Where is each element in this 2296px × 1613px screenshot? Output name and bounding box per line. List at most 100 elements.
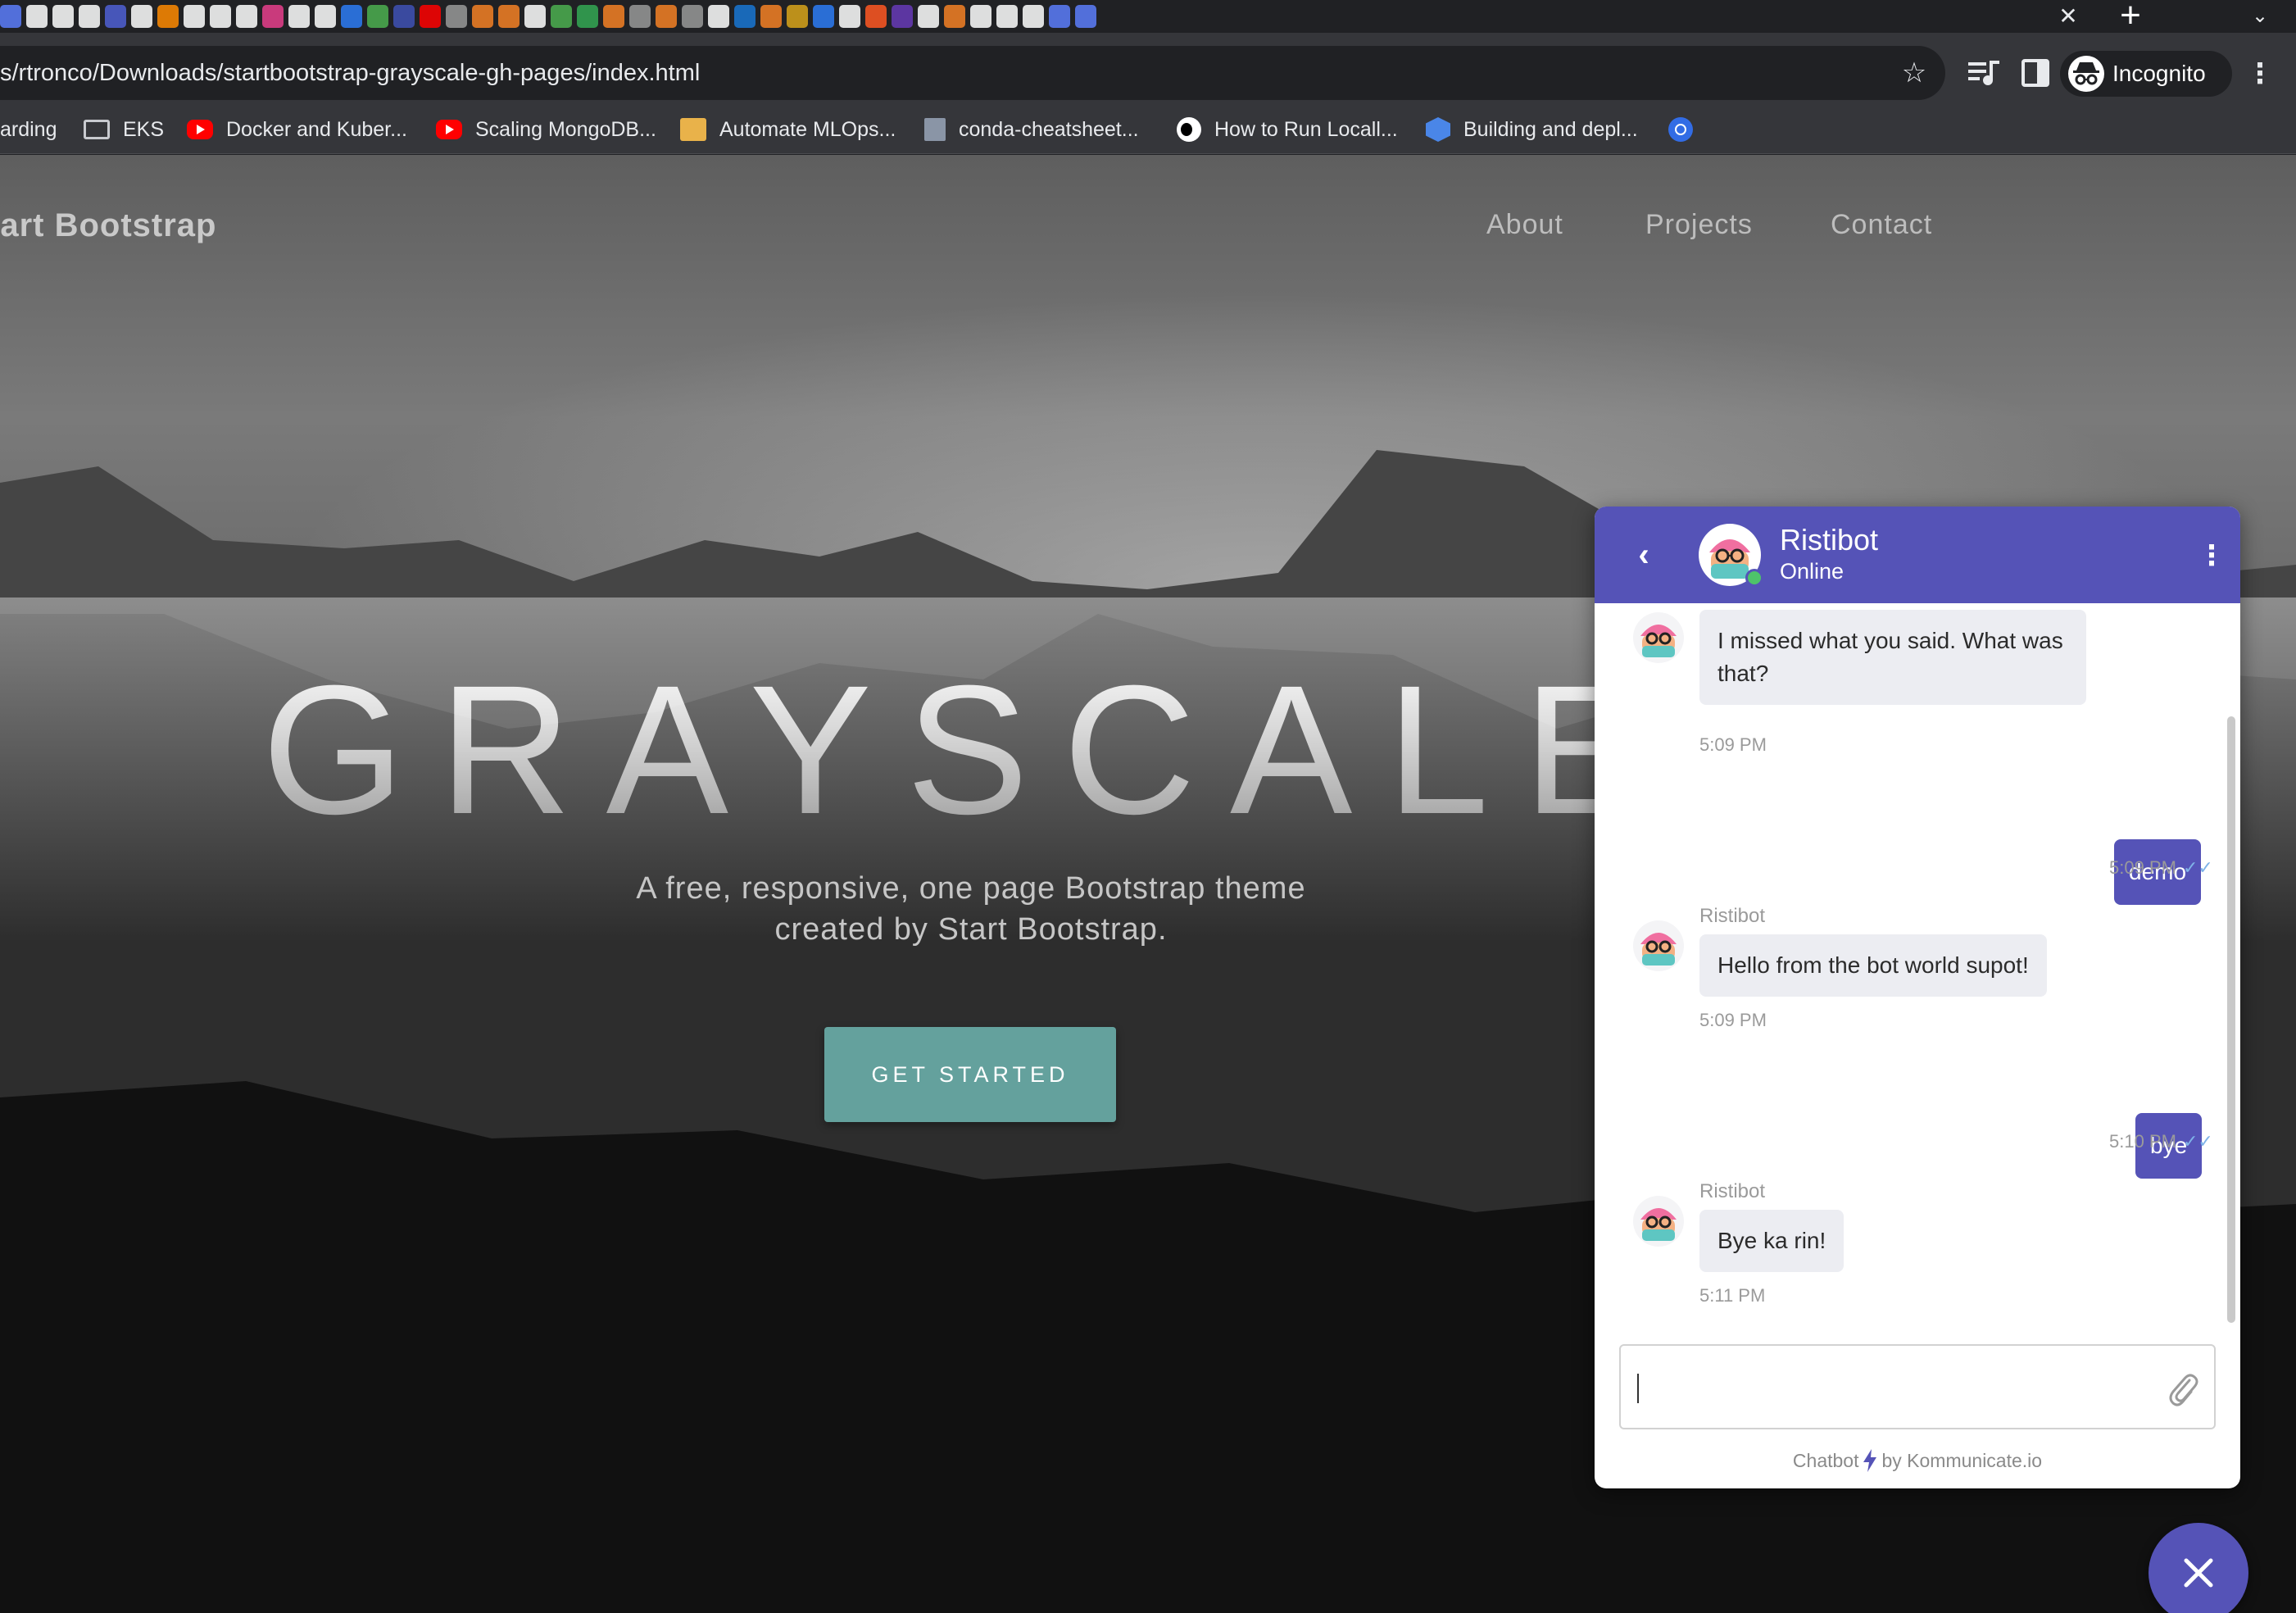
url-text[interactable]: s/rtronco/Downloads/startbootstrap-grays… [0, 46, 700, 100]
browser-toolbar: s/rtronco/Downloads/startbootstrap-grays… [0, 33, 2296, 113]
tab-favicon-icon[interactable] [105, 5, 126, 28]
tab-favicon-icon[interactable] [446, 5, 467, 28]
tab-favicon-icon[interactable] [184, 5, 205, 28]
tab-favicon-icon[interactable] [288, 5, 310, 28]
bookmark-item[interactable]: Building and depl... [1426, 105, 1638, 154]
side-panel-icon[interactable] [2021, 59, 2049, 87]
conversation-scrollbar[interactable] [2227, 716, 2235, 1323]
bookmark-item[interactable]: Docker and Kuber... [187, 105, 407, 154]
tab-favicon-icon[interactable] [262, 5, 284, 28]
chevron-down-icon[interactable]: ⌄ [2244, 2, 2276, 31]
hero-subtitle-line: A free, responsive, one page Bootstrap t… [636, 871, 1306, 906]
aws-icon [1426, 117, 1450, 142]
bookmark-folder-eks[interactable]: EKS [84, 105, 164, 154]
tab-favicon-icon[interactable] [551, 5, 572, 28]
medium-icon [1177, 117, 1201, 142]
incognito-icon [2068, 56, 2104, 92]
tab-favicon-icon[interactable] [708, 5, 729, 28]
tab-favicon-icon[interactable] [813, 5, 834, 28]
powered-by-suffix: by Kommunicate.io [1881, 1450, 2043, 1471]
tab-favicon-icon[interactable] [656, 5, 677, 28]
tab-favicon-icon[interactable] [760, 5, 782, 28]
bookmark-label: Scaling MongoDB... [475, 117, 656, 141]
tab-favicon-icon[interactable] [892, 5, 913, 28]
tab-favicon-icon[interactable] [524, 5, 546, 28]
vertical-ellipsis-icon[interactable]: ⋮ [2245, 56, 2275, 92]
message-meta: 5:09 PM ✓✓ [2109, 857, 2213, 879]
tab-favicon-icon[interactable] [131, 5, 152, 28]
tab-favicon-icon[interactable] [577, 5, 598, 28]
conversation[interactable]: I missed what you said. What was that? 5… [1595, 603, 2240, 1341]
bookmark-item[interactable]: arding [0, 105, 57, 154]
tab-favicon-icon[interactable] [52, 5, 74, 28]
get-started-button[interactable]: GET STARTED [824, 1027, 1116, 1122]
bookmark-item[interactable]: How to Run Locall... [1177, 105, 1398, 154]
tab-favicon-icon[interactable] [944, 5, 965, 28]
bookmark-label: EKS [123, 117, 165, 141]
box-icon [680, 118, 706, 141]
media-control-icon[interactable] [1967, 56, 2001, 90]
tab-favicon-icon[interactable] [315, 5, 336, 28]
tab-favicon-icon[interactable] [26, 5, 48, 28]
tab-favicon-icon[interactable] [0, 5, 21, 28]
tab-favicon-icon[interactable] [157, 5, 179, 28]
close-icon [2184, 1558, 2213, 1588]
profile-label: Incognito [2112, 61, 2206, 86]
text-caret [1637, 1374, 1639, 1403]
bookmark-label: Docker and Kuber... [226, 117, 407, 141]
tab-favicon-icon[interactable] [996, 5, 1018, 28]
youtube-icon [436, 120, 462, 139]
plus-icon[interactable]: + [2112, 0, 2149, 33]
vertical-ellipsis-icon[interactable]: ⋮ [2198, 536, 2226, 575]
tab-favicon-icon[interactable] [839, 5, 860, 28]
profile-button[interactable]: Incognito [2060, 51, 2232, 97]
site-brand[interactable]: tart Bootstrap [0, 207, 216, 244]
bookmark-label: arding [0, 117, 57, 141]
close-icon[interactable]: ✕ [2053, 2, 2083, 31]
tab-favicon-icon[interactable] [420, 5, 441, 28]
tab-favicon-icon[interactable] [682, 5, 703, 28]
bot-avatar [1633, 1196, 1684, 1247]
address-bar[interactable]: s/rtronco/Downloads/startbootstrap-grays… [0, 46, 1945, 100]
tab-favicon-icon[interactable] [472, 5, 493, 28]
bookmark-item[interactable]: Scaling MongoDB... [436, 105, 656, 154]
back-arrow-icon[interactable]: ‹ [1627, 534, 1660, 575]
tab-favicon-icon[interactable] [787, 5, 808, 28]
tab-favicon-icon[interactable] [236, 5, 257, 28]
folder-icon [84, 120, 110, 139]
message-sender: Ristibot [1699, 1180, 1766, 1202]
bookmark-item[interactable]: Automate MLOps... [680, 105, 896, 154]
bot-name: Ristibot [1780, 523, 1879, 557]
tab-favicon-icon[interactable] [865, 5, 887, 28]
chat-launcher-close-button[interactable] [2149, 1523, 2248, 1613]
tab-favicon-icon[interactable] [1023, 5, 1044, 28]
tab-favicon-icon[interactable] [1075, 5, 1096, 28]
bot-avatar [1633, 612, 1684, 663]
paperclip-icon[interactable] [2167, 1370, 2199, 1406]
tab-favicon-icon[interactable] [341, 5, 362, 28]
nav-link-contact[interactable]: Contact [1831, 209, 1932, 241]
chat-header: ‹ Ristibot Online ⋮ [1595, 507, 2240, 603]
bookmark-item[interactable]: conda-cheatsheet... [924, 105, 1139, 154]
tab-favicon-icon[interactable] [498, 5, 520, 28]
star-icon[interactable]: ☆ [1899, 58, 1929, 88]
document-icon [924, 118, 946, 141]
nav-link-projects[interactable]: Projects [1645, 209, 1753, 241]
tab-favicon-icon[interactable] [918, 5, 939, 28]
chat-widget: ‹ Ristibot Online ⋮ I missed what you sa… [1595, 507, 2240, 1488]
message-timestamp: 5:09 PM [1699, 1010, 1767, 1030]
nav-link-about[interactable]: About [1486, 209, 1563, 241]
message-input[interactable] [1619, 1344, 2216, 1429]
tab-favicon-icon[interactable] [1049, 5, 1070, 28]
tab-favicon-icon[interactable] [734, 5, 756, 28]
tab-favicon-icon[interactable] [367, 5, 388, 28]
tab-favicon-icon[interactable] [603, 5, 624, 28]
bookmark-item[interactable] [1668, 105, 1693, 154]
powered-by[interactable]: Chatbot by Kommunicate.io [1595, 1449, 2240, 1472]
message-timestamp: 5:09 PM [2109, 857, 2176, 878]
tab-favicon-icon[interactable] [629, 5, 651, 28]
tab-favicon-icon[interactable] [393, 5, 415, 28]
tab-favicon-icon[interactable] [210, 5, 231, 28]
tab-favicon-icon[interactable] [79, 5, 100, 28]
tab-favicon-icon[interactable] [970, 5, 991, 28]
